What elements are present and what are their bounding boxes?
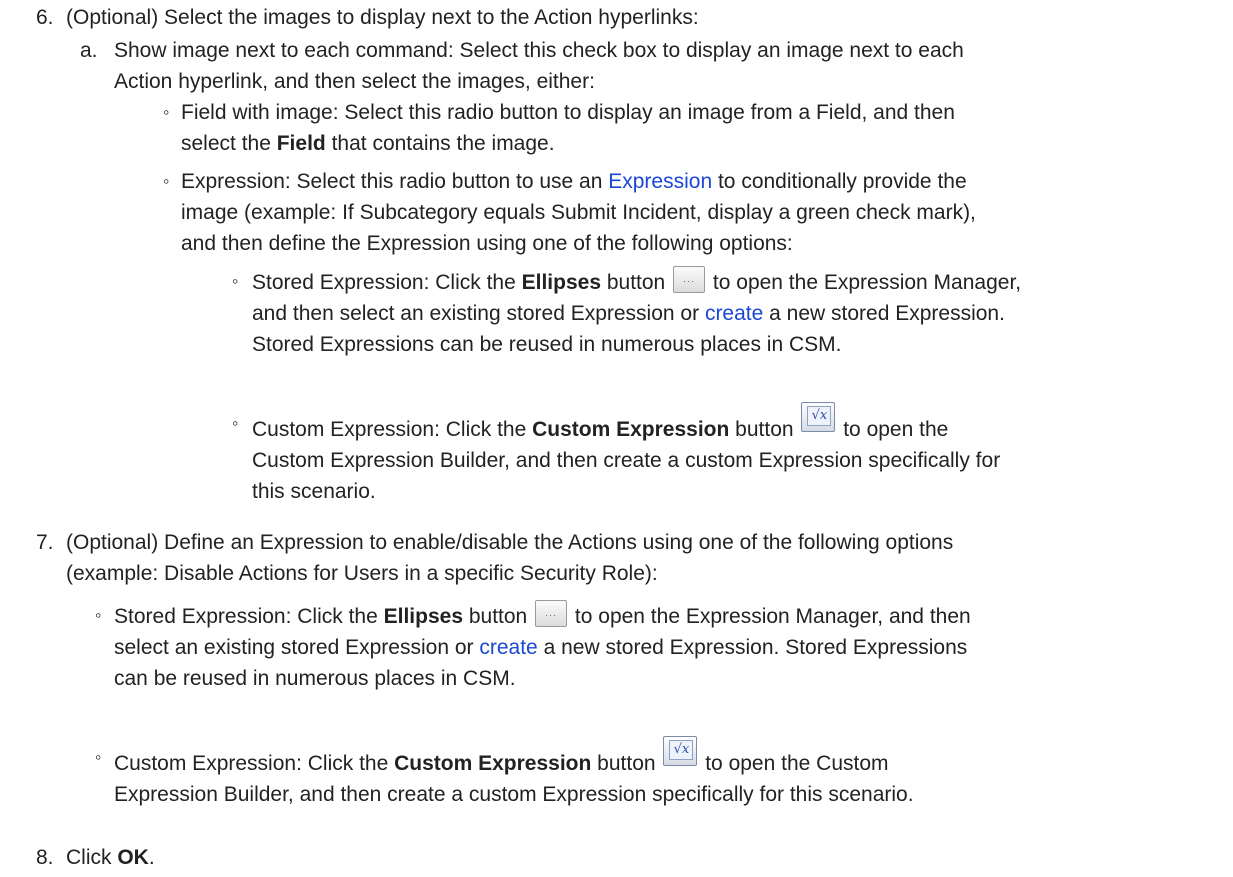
text-run: Expression: Select this radio button to … <box>181 170 609 193</box>
text-run: to conditionally provide the <box>712 170 967 193</box>
step-number: 6. <box>36 6 54 29</box>
ellipses-button-icon: ··· <box>673 266 706 293</box>
text-run: select the <box>181 132 277 155</box>
text-run: that contains the image. <box>325 132 555 155</box>
ok-term: OK <box>117 846 149 869</box>
dots-glyph: ··· <box>683 276 696 286</box>
option-text-line: image (example: If Subcategory equals Su… <box>181 201 976 224</box>
bullet-icon: ◦ <box>95 605 102 625</box>
ellipses-term: Ellipses <box>383 605 464 628</box>
option-text-line: Expression: Select this radio button to … <box>181 166 976 197</box>
custom-expression-button-icon: √x <box>801 402 836 432</box>
text-run: to open the Expression Manager, and then <box>569 605 971 628</box>
dots-glyph: ··· <box>545 610 558 620</box>
expression-link[interactable]: Expression <box>608 170 712 193</box>
create-link[interactable]: create <box>705 302 763 325</box>
substep-text-line: Show image next to each command: Select … <box>114 39 964 62</box>
fx-glyph: √x <box>669 740 694 760</box>
text-run: Custom Expression: Click the <box>252 418 533 441</box>
text-run: . <box>148 846 155 869</box>
step-text-line: (example: Disable Actions for Users in a… <box>66 562 658 585</box>
text-run: a new stored Expression. <box>763 302 1005 325</box>
suboption-text-line: and then select an existing stored Expre… <box>252 298 1021 329</box>
text-run: Custom Expression: Click the <box>114 752 395 775</box>
text-run: Stored Expression: Click the <box>252 271 522 294</box>
suboption-text-line: this scenario. <box>252 480 376 503</box>
custom-expression-term: Custom Expression <box>394 752 592 775</box>
bullet-icon: ◦ <box>163 102 170 122</box>
suboption-text-line: Stored Expression: Click the Ellipses bu… <box>252 266 1021 298</box>
bullet-icon: ◦ <box>95 747 102 767</box>
step-text-line: (Optional) Define an Expression to enabl… <box>66 531 954 554</box>
step-text: Click OK. <box>66 842 155 873</box>
ellipses-button-icon: ··· <box>535 600 568 627</box>
text-run: button <box>729 418 800 441</box>
text-run: to open the Custom <box>699 752 889 775</box>
text-run: Stored Expression: Click the <box>114 605 384 628</box>
substep-text-line: Action hyperlink, and then select the im… <box>114 70 595 93</box>
create-link[interactable]: create <box>479 636 537 659</box>
text-run: button <box>463 605 534 628</box>
text-run: a new stored Expression. Stored Expressi… <box>537 636 968 659</box>
option-text-line: Field with image: Select this radio butt… <box>181 101 955 124</box>
suboption-text-line: Stored Expressions can be reused in nume… <box>252 333 842 356</box>
text-run: and then select an existing stored Expre… <box>252 302 705 325</box>
suboption-text-line: select an existing stored Expression or … <box>114 632 971 663</box>
text-run: button <box>601 271 672 294</box>
option-text-line: select the Field that contains the image… <box>181 128 955 159</box>
bullet-icon: ◦ <box>163 171 170 191</box>
suboption-text-line: Custom Expression: Click the Custom Expr… <box>252 402 1000 445</box>
text-run: button <box>591 752 662 775</box>
ellipses-term: Ellipses <box>521 271 602 294</box>
fx-glyph: √x <box>807 406 832 426</box>
step-number: 7. <box>36 531 54 554</box>
substep-letter: a. <box>80 39 98 62</box>
custom-expression-button-icon: √x <box>663 736 698 766</box>
step-number: 8. <box>36 846 54 869</box>
suboption-text-line: Stored Expression: Click the Ellipses bu… <box>114 600 971 632</box>
field-term: Field <box>276 132 326 155</box>
step-text: (Optional) Select the images to display … <box>66 6 699 29</box>
text-run: Click <box>66 846 118 869</box>
suboption-text-line: can be reused in numerous places in CSM. <box>114 667 516 690</box>
suboption-text-line: Expression Builder, and then create a cu… <box>114 783 914 806</box>
bullet-icon: ◦ <box>232 271 239 291</box>
suboption-text-line: Custom Expression Builder, and then crea… <box>252 449 1001 472</box>
suboption-text-line: Custom Expression: Click the Custom Expr… <box>114 736 914 779</box>
bullet-icon: ◦ <box>232 413 239 433</box>
text-run: select an existing stored Expression or <box>114 636 480 659</box>
custom-expression-term: Custom Expression <box>532 418 730 441</box>
option-text-line: and then define the Expression using one… <box>181 232 793 255</box>
text-run: to open the <box>837 418 949 441</box>
text-run: to open the Expression Manager, <box>707 271 1022 294</box>
